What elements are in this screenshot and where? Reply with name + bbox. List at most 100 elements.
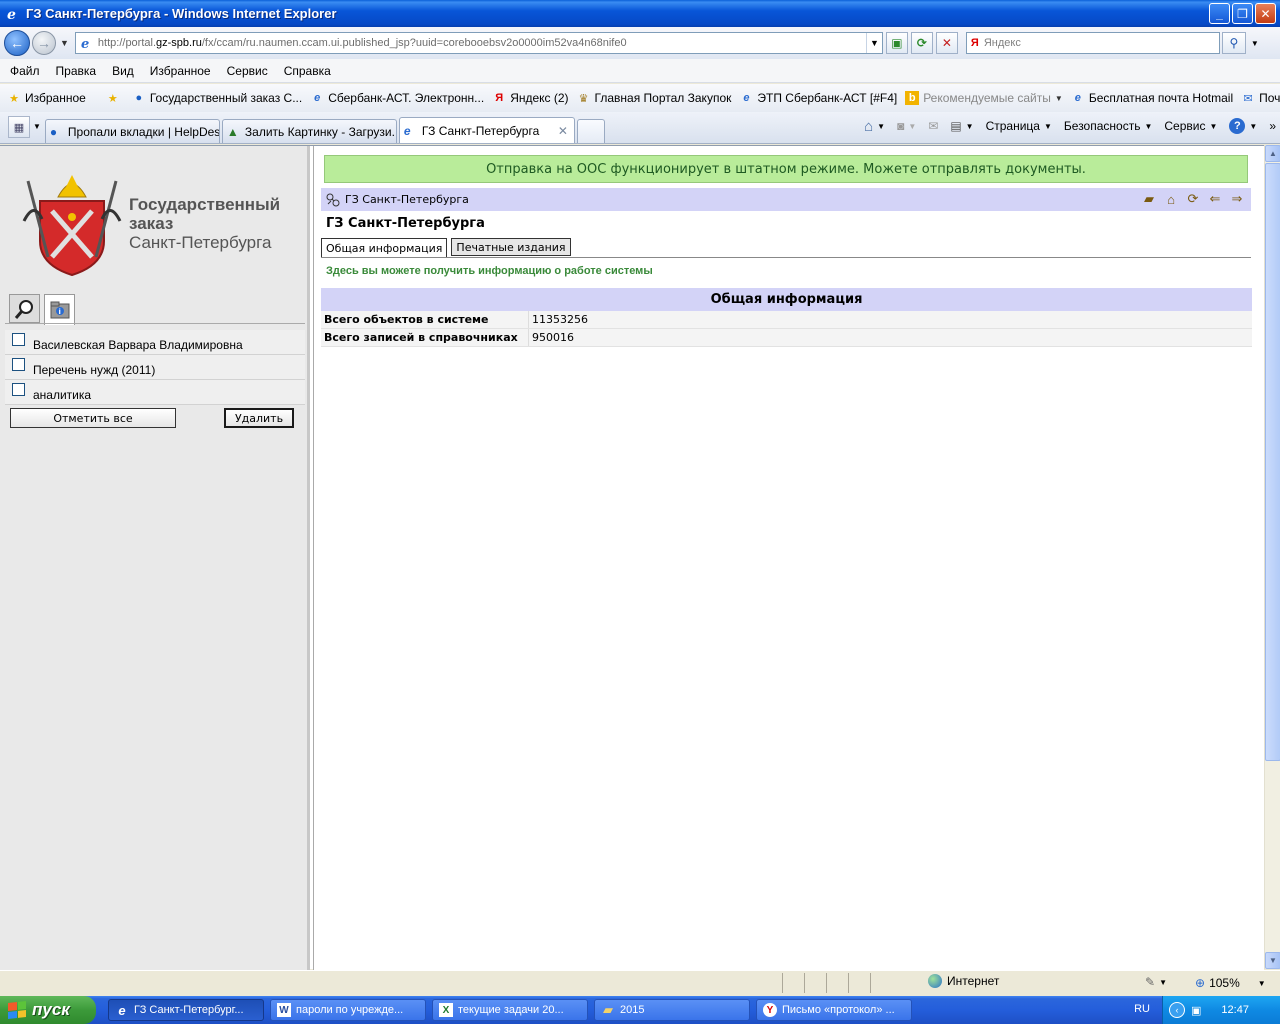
taskbar-item-excel[interactable]: X текущие задачи 20... — [432, 999, 588, 1021]
excel-spreadsheet-icon: X — [439, 1003, 453, 1017]
favorite-link-gz[interactable]: ● Государственный заказ С... — [132, 91, 303, 105]
favorite-link-etp[interactable]: e ЭТП Сбербанк-АСТ [#F4] — [739, 91, 897, 105]
favorite-link-mail[interactable]: ✉ Почта — [1241, 91, 1280, 105]
address-dropdown-icon[interactable]: ▼ — [865, 33, 882, 53]
start-button[interactable]: пуск — [0, 996, 96, 1024]
item-checkbox[interactable] — [12, 357, 25, 371]
protected-mode-button[interactable]: ✎ ▼ — [1145, 975, 1167, 989]
refresh-button[interactable]: ⟳ — [910, 32, 933, 54]
page-ie-icon: e — [81, 37, 89, 50]
tab-gz-spb[interactable]: e ГЗ Санкт-Петербурга ✕ — [398, 117, 575, 143]
tools-menu-button[interactable]: Сервис ▼ — [1164, 119, 1217, 133]
clock[interactable]: 12:47 — [1221, 1004, 1249, 1016]
maximize-button[interactable]: ❐ — [1232, 3, 1253, 24]
more-commands-button[interactable]: » — [1269, 119, 1276, 133]
item-link[interactable]: Перечень нужд (2011) — [33, 363, 155, 377]
favorites-folder-tab[interactable]: i — [44, 294, 75, 325]
scroll-up-button[interactable]: ▲ — [1265, 145, 1280, 162]
favorite-label: Главная Портал Закупок — [594, 91, 732, 105]
site-logo[interactable]: Государственный заказ Санкт-Петербурга — [16, 161, 306, 291]
info-hint: Здесь вы можете получить информацию о ра… — [326, 265, 653, 277]
item-link[interactable]: Василевская Варвара Владимировна — [33, 338, 243, 352]
help-icon: ? — [1229, 118, 1246, 134]
read-mail-button[interactable]: ✉ — [928, 119, 938, 133]
stop-button[interactable]: ✕ — [935, 32, 958, 54]
compatibility-view-button[interactable]: ▣ — [885, 32, 908, 54]
menu-file[interactable]: Файл — [0, 64, 48, 78]
favorite-link-sberbank[interactable]: e Сбербанк-АСТ. Электронн... — [310, 91, 484, 105]
close-window-button[interactable]: ✕ — [1255, 3, 1276, 24]
tab-print-editions[interactable]: Печатные издания — [451, 238, 571, 256]
add-favorite-button[interactable]: ★ — [106, 91, 124, 105]
vertical-scrollbar[interactable]: ▲ ▼ — [1264, 145, 1280, 969]
breadcrumb: ГЗ Санкт-Петербурга ▰ ⌂ ⟳ ⇐ ⇒ — [321, 188, 1251, 211]
forward-button[interactable]: → — [32, 31, 56, 55]
favorites-button[interactable]: ★ Избранное — [7, 91, 86, 105]
tab-helpdesk[interactable]: ● Пропали вкладки | HelpDes... — [44, 119, 220, 143]
quick-tabs-button[interactable]: ▦ — [8, 116, 30, 138]
favorite-suggested-sites[interactable]: b Рекомендуемые сайты ▼ — [905, 91, 1063, 105]
breadcrumb-link[interactable]: ГЗ Санкт-Петербурга — [345, 193, 469, 206]
status-cell — [870, 973, 922, 993]
help-button[interactable]: ? ▼ — [1229, 118, 1257, 134]
search-button[interactable]: ⚲ — [1221, 32, 1246, 54]
address-bar[interactable]: e http://portal.gz-spb.ru/fx/ccam/ru.nau… — [74, 32, 883, 54]
back-button[interactable]: ← — [4, 30, 30, 56]
search-box[interactable]: Я Яндекс — [965, 32, 1220, 54]
taskbar-item-folder[interactable]: ▰ 2015 — [594, 999, 750, 1021]
search-tab[interactable] — [9, 294, 40, 323]
menu-edit[interactable]: Правка — [48, 64, 105, 78]
tray-expand-icon[interactable]: ‹ — [1169, 1002, 1185, 1018]
item-checkbox[interactable] — [12, 382, 25, 396]
menu-help[interactable]: Справка — [276, 64, 339, 78]
back-arrow-icon[interactable]: ⇐ — [1207, 191, 1223, 207]
security-menu-button[interactable]: Безопасность ▼ — [1064, 119, 1152, 133]
scroll-down-button[interactable]: ▼ — [1265, 952, 1280, 969]
security-zone[interactable]: Интернет — [928, 974, 999, 988]
refresh-icon[interactable]: ⟳ — [1185, 191, 1201, 207]
recent-pages-dropdown-icon[interactable]: ▼ — [60, 38, 69, 48]
folder-icon: ▰ — [603, 1002, 613, 1017]
zoom-control[interactable]: ⊕ 105% ▼ — [1195, 976, 1266, 990]
taskbar-item-word[interactable]: W пароли по учрежде... — [270, 999, 426, 1021]
menu-bar: Файл Правка Вид Избранное Сервис Справка — [0, 59, 1280, 83]
tab-general-info[interactable]: Общая информация — [321, 238, 448, 258]
menu-favorites[interactable]: Избранное — [142, 64, 219, 78]
address-url[interactable]: http://portal.gz-spb.ru/fx/ccam/ru.naume… — [98, 37, 627, 49]
minimize-button[interactable]: _ — [1209, 3, 1230, 24]
menu-tools[interactable]: Сервис — [219, 64, 276, 78]
row-key: Всего записей в справочниках — [321, 329, 529, 346]
language-indicator[interactable]: RU — [1134, 1003, 1150, 1015]
network-icon[interactable]: ▣ — [1191, 1004, 1201, 1017]
page-menu-button[interactable]: Страница ▼ — [986, 119, 1052, 133]
home-icon[interactable]: ⌂ — [1163, 191, 1179, 207]
new-tab-button[interactable] — [576, 119, 605, 143]
scroll-thumb[interactable] — [1265, 163, 1280, 761]
forward-arrow-icon[interactable]: ⇒ — [1229, 191, 1245, 207]
print-button[interactable]: ▤ ▼ — [950, 119, 973, 133]
close-tab-icon[interactable]: ✕ — [558, 124, 568, 138]
home-button[interactable]: ⌂ ▼ — [864, 118, 885, 135]
tab-bar: ▦ ▼ ● Пропали вкладки | HelpDes... ▲ Зал… — [0, 112, 1280, 144]
taskbar-item-yandex-browser[interactable]: Y Письмо «протокол» ... — [756, 999, 912, 1021]
search-options-dropdown-icon[interactable]: ▼ — [1251, 39, 1259, 48]
tools-menu-label: Сервис — [1164, 119, 1206, 133]
item-checkbox[interactable] — [12, 332, 25, 346]
menu-view[interactable]: Вид — [104, 64, 142, 78]
ie-page-icon: e — [403, 123, 411, 138]
open-folder-icon[interactable]: ▰ — [1141, 191, 1157, 207]
tab-upload-image[interactable]: ▲ Залить Картинку - Загрузи... — [221, 119, 397, 143]
feeds-button[interactable]: ◙ ▼ — [897, 119, 916, 133]
favorite-link-zakupki[interactable]: ♛ Главная Портал Закупок — [577, 91, 732, 105]
favorites-bar: ★ Избранное ★ ● Государственный заказ С.… — [0, 84, 1280, 112]
row-value: 11353256 — [532, 313, 588, 326]
tab-list-dropdown-icon[interactable]: ▼ — [33, 122, 41, 131]
printer-icon: ▤ — [950, 119, 962, 133]
favorite-link-yandex[interactable]: Я Яндекс (2) — [492, 91, 568, 105]
delete-button[interactable]: Удалить — [224, 408, 294, 428]
taskbar-item-ie[interactable]: e ГЗ Санкт-Петербург... — [108, 999, 264, 1021]
favorite-link-hotmail[interactable]: e Бесплатная почта Hotmail — [1071, 91, 1233, 105]
item-link[interactable]: аналитика — [33, 388, 91, 402]
mark-all-button[interactable]: Отметить все — [10, 408, 176, 428]
info-table-header: Общая информация — [321, 288, 1252, 311]
